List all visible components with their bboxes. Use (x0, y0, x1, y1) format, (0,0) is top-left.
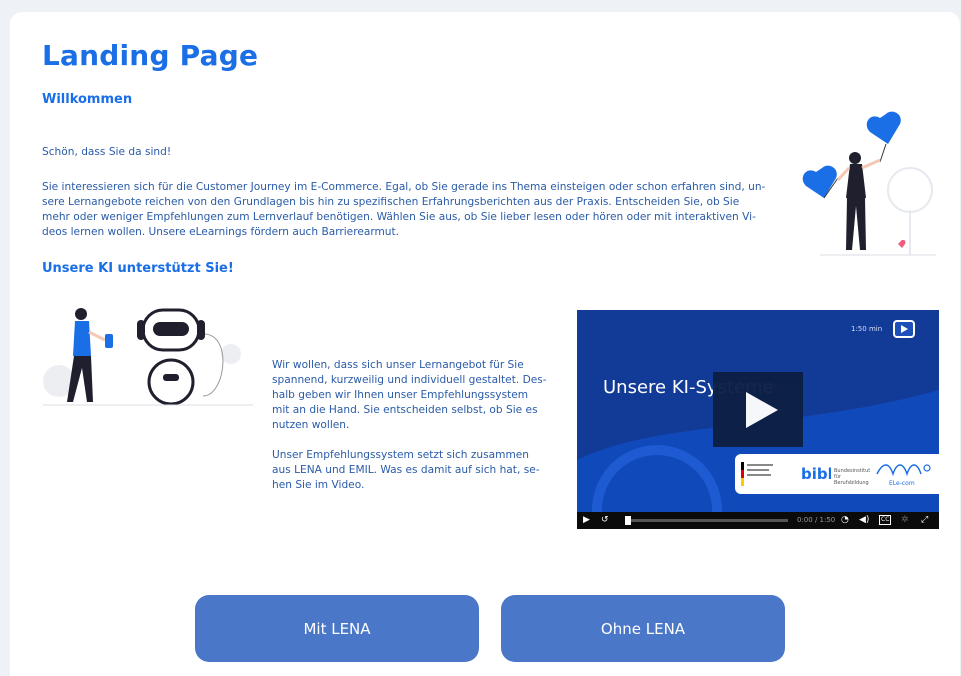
ai-line: Wir wollen, dass sich unser Lernangebot … (272, 359, 524, 371)
fullscreen-icon[interactable]: ⤢ (921, 515, 928, 526)
welcome-heading: Willkommen (42, 92, 133, 107)
partner-logos: bibb Bundesinstitut für Berufsbildung EL… (735, 454, 939, 494)
eagle-logo-icon (741, 462, 773, 486)
intro-paragraph: Sie interessieren sich für die Customer … (42, 180, 802, 240)
ai-line: nutzen wollen. (272, 419, 350, 432)
video-duration: 1:50 min (851, 325, 883, 333)
rewind-icon[interactable]: ↺ (601, 515, 609, 526)
greeting-text: Schön, dass Sie da sind! (42, 146, 172, 158)
ai-line: mit an die Hand. Sie entscheiden selbst,… (272, 404, 538, 417)
ai-paragraph-1: Wir wollen, dass sich unser Lernangebot … (272, 358, 547, 433)
robot-illustration (43, 308, 253, 406)
intro-line: Sie interessieren sich für die Customer … (42, 181, 766, 193)
video-controls: ▶ ↺ 0:00 / 1:50 ◔ ◀) CC ✲ ⤢ (577, 512, 939, 529)
play-button[interactable] (713, 372, 803, 447)
intro-line: mehr oder weniger Empfehlungen zum Lernv… (42, 211, 756, 224)
play-icon[interactable]: ▶ (583, 515, 590, 526)
bibb-logo-icon: bibb (801, 465, 831, 483)
bibb-logo-text: Bundesinstitut für Berufsbildung (834, 468, 871, 486)
volume-icon[interactable]: ◀) (859, 515, 869, 526)
speed-icon[interactable]: ◔ (841, 515, 849, 526)
elecom-logo-icon (876, 464, 931, 477)
ai-paragraph-2: Unser Empfehlungssystem setzt sich zusam… (272, 448, 540, 493)
svg-text:bibb: bibb (801, 465, 831, 483)
progress-bar[interactable] (625, 516, 788, 525)
ai-line: aus LENA und EMIL. Was es damit auf sich… (272, 464, 540, 477)
hearts-illustration (802, 111, 936, 256)
ai-heading: Unsere KI unterstützt Sie! (42, 261, 234, 276)
ai-line: spannend, kurzweilig und individuell ges… (272, 374, 547, 387)
with-lena-button[interactable]: Mit LENA (195, 595, 479, 662)
page-title: Landing Page (42, 39, 259, 72)
video-player[interactable]: 1:50 min Unsere KI-Systeme bibb Bundesin… (577, 310, 939, 529)
ai-line: halb geben wir Ihnen unser Empfehlungssy… (272, 389, 529, 402)
elecom-logo-text: ELe-com (889, 480, 915, 487)
captions-icon[interactable]: CC (879, 515, 892, 525)
ai-line: Unser Empfehlungssystem setzt sich zusam… (272, 449, 530, 461)
intro-line: sere Lernangebote reichen von den Grundl… (42, 196, 740, 209)
small-play-icon[interactable] (893, 320, 915, 338)
intro-line: deos lernen wollen. Unsere eLearnings fö… (42, 226, 400, 239)
video-time: 0:00 / 1:50 (797, 516, 836, 524)
landing-card: Landing Page Willkommen Schön, dass Sie … (10, 12, 960, 676)
without-lena-button[interactable]: Ohne LENA (501, 595, 785, 662)
ai-line: hen Sie im Video. (272, 479, 365, 492)
settings-icon[interactable]: ✲ (901, 515, 909, 526)
